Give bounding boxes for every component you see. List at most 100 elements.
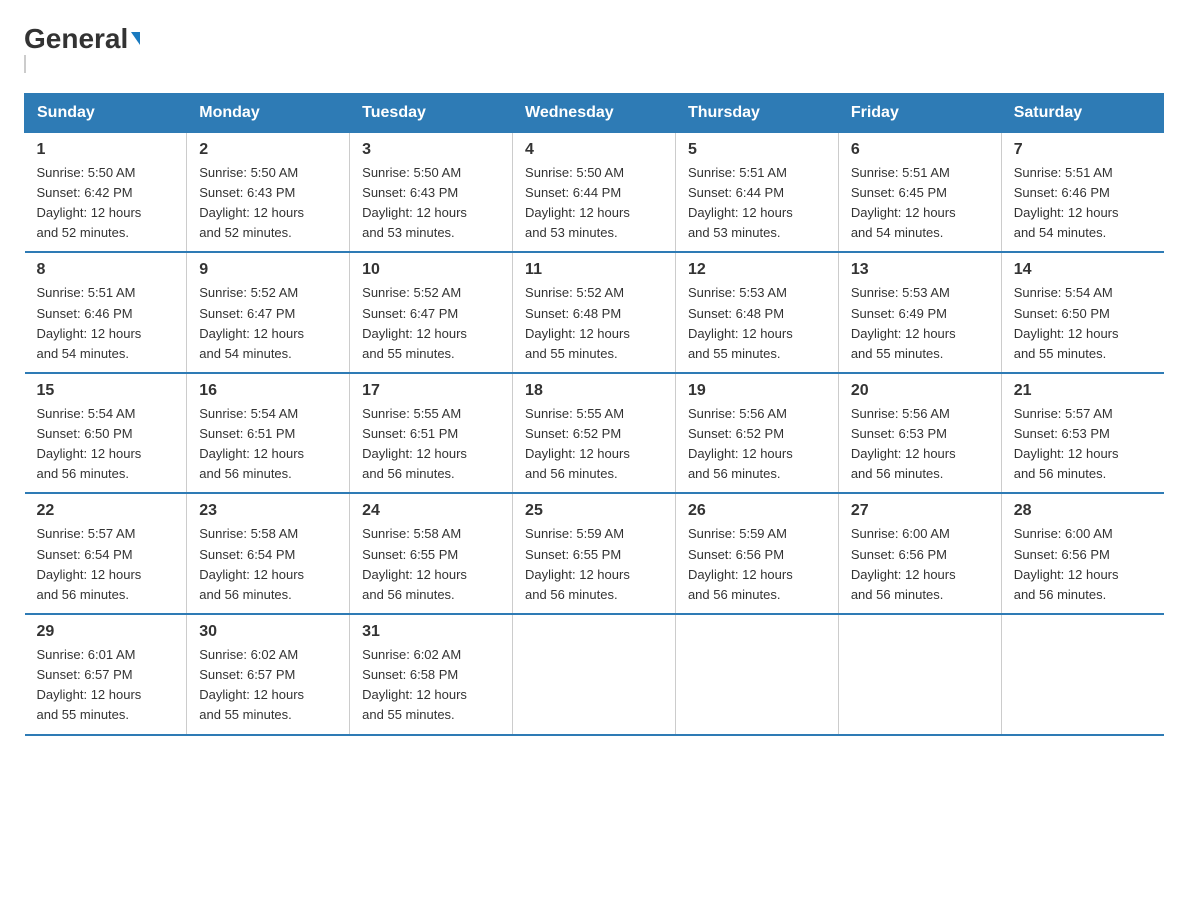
logo-triangle-icon: [131, 32, 140, 45]
day-info: Sunrise: 5:52 AMSunset: 6:47 PMDaylight:…: [199, 285, 304, 360]
day-number: 3: [362, 141, 500, 159]
calendar-cell: 27 Sunrise: 6:00 AMSunset: 6:56 PMDaylig…: [838, 493, 1001, 614]
calendar-cell: 31 Sunrise: 6:02 AMSunset: 6:58 PMDaylig…: [350, 614, 513, 735]
calendar-cell: 26 Sunrise: 5:59 AMSunset: 6:56 PMDaylig…: [675, 493, 838, 614]
day-number: 28: [1014, 502, 1152, 520]
calendar-table: SundayMondayTuesdayWednesdayThursdayFrid…: [24, 93, 1164, 736]
calendar-cell: 20 Sunrise: 5:56 AMSunset: 6:53 PMDaylig…: [838, 373, 1001, 494]
day-info: Sunrise: 6:00 AMSunset: 6:56 PMDaylight:…: [1014, 526, 1119, 601]
day-info: Sunrise: 5:54 AMSunset: 6:50 PMDaylight:…: [37, 406, 142, 481]
day-number: 31: [362, 623, 500, 641]
calendar-cell: 6 Sunrise: 5:51 AMSunset: 6:45 PMDayligh…: [838, 132, 1001, 252]
day-number: 6: [851, 141, 989, 159]
day-info: Sunrise: 5:56 AMSunset: 6:53 PMDaylight:…: [851, 406, 956, 481]
day-info: Sunrise: 5:55 AMSunset: 6:51 PMDaylight:…: [362, 406, 467, 481]
calendar-cell: 9 Sunrise: 5:52 AMSunset: 6:47 PMDayligh…: [187, 252, 350, 373]
day-info: Sunrise: 5:54 AMSunset: 6:51 PMDaylight:…: [199, 406, 304, 481]
day-info: Sunrise: 5:57 AMSunset: 6:53 PMDaylight:…: [1014, 406, 1119, 481]
day-number: 24: [362, 502, 500, 520]
calendar-cell: [675, 614, 838, 735]
day-number: 18: [525, 382, 663, 400]
day-info: Sunrise: 6:00 AMSunset: 6:56 PMDaylight:…: [851, 526, 956, 601]
day-info: Sunrise: 5:57 AMSunset: 6:54 PMDaylight:…: [37, 526, 142, 601]
day-info: Sunrise: 6:02 AMSunset: 6:57 PMDaylight:…: [199, 647, 304, 722]
header-saturday: Saturday: [1001, 93, 1163, 132]
day-number: 26: [688, 502, 826, 520]
week-row-1: 1 Sunrise: 5:50 AMSunset: 6:42 PMDayligh…: [25, 132, 1164, 252]
calendar-cell: 29 Sunrise: 6:01 AMSunset: 6:57 PMDaylig…: [25, 614, 187, 735]
calendar-cell: 18 Sunrise: 5:55 AMSunset: 6:52 PMDaylig…: [513, 373, 676, 494]
day-info: Sunrise: 5:59 AMSunset: 6:56 PMDaylight:…: [688, 526, 793, 601]
header-tuesday: Tuesday: [350, 93, 513, 132]
day-number: 22: [37, 502, 175, 520]
header-thursday: Thursday: [675, 93, 838, 132]
day-number: 8: [37, 261, 175, 279]
day-number: 1: [37, 141, 175, 159]
calendar-cell: 23 Sunrise: 5:58 AMSunset: 6:54 PMDaylig…: [187, 493, 350, 614]
day-number: 13: [851, 261, 989, 279]
day-info: Sunrise: 5:51 AMSunset: 6:46 PMDaylight:…: [37, 285, 142, 360]
day-info: Sunrise: 5:53 AMSunset: 6:49 PMDaylight:…: [851, 285, 956, 360]
day-number: 2: [199, 141, 337, 159]
header-friday: Friday: [838, 93, 1001, 132]
day-info: Sunrise: 5:54 AMSunset: 6:50 PMDaylight:…: [1014, 285, 1119, 360]
calendar-cell: 10 Sunrise: 5:52 AMSunset: 6:47 PMDaylig…: [350, 252, 513, 373]
calendar-cell: 25 Sunrise: 5:59 AMSunset: 6:55 PMDaylig…: [513, 493, 676, 614]
day-info: Sunrise: 5:52 AMSunset: 6:48 PMDaylight:…: [525, 285, 630, 360]
header-monday: Monday: [187, 93, 350, 132]
calendar-cell: 7 Sunrise: 5:51 AMSunset: 6:46 PMDayligh…: [1001, 132, 1163, 252]
calendar-cell: 13 Sunrise: 5:53 AMSunset: 6:49 PMDaylig…: [838, 252, 1001, 373]
day-info: Sunrise: 5:50 AMSunset: 6:44 PMDaylight:…: [525, 165, 630, 240]
day-info: Sunrise: 5:51 AMSunset: 6:45 PMDaylight:…: [851, 165, 956, 240]
day-number: 11: [525, 261, 663, 279]
day-number: 9: [199, 261, 337, 279]
day-number: 15: [37, 382, 175, 400]
day-number: 23: [199, 502, 337, 520]
day-number: 27: [851, 502, 989, 520]
logo-line-icon: [24, 55, 26, 73]
week-row-4: 22 Sunrise: 5:57 AMSunset: 6:54 PMDaylig…: [25, 493, 1164, 614]
week-row-5: 29 Sunrise: 6:01 AMSunset: 6:57 PMDaylig…: [25, 614, 1164, 735]
calendar-cell: 15 Sunrise: 5:54 AMSunset: 6:50 PMDaylig…: [25, 373, 187, 494]
day-number: 10: [362, 261, 500, 279]
calendar-cell: [838, 614, 1001, 735]
day-number: 20: [851, 382, 989, 400]
day-info: Sunrise: 5:51 AMSunset: 6:44 PMDaylight:…: [688, 165, 793, 240]
calendar-cell: [1001, 614, 1163, 735]
calendar-cell: 21 Sunrise: 5:57 AMSunset: 6:53 PMDaylig…: [1001, 373, 1163, 494]
day-number: 25: [525, 502, 663, 520]
day-info: Sunrise: 5:50 AMSunset: 6:43 PMDaylight:…: [362, 165, 467, 240]
calendar-cell: 28 Sunrise: 6:00 AMSunset: 6:56 PMDaylig…: [1001, 493, 1163, 614]
header-wednesday: Wednesday: [513, 93, 676, 132]
day-number: 30: [199, 623, 337, 641]
calendar-cell: 8 Sunrise: 5:51 AMSunset: 6:46 PMDayligh…: [25, 252, 187, 373]
calendar-cell: 5 Sunrise: 5:51 AMSunset: 6:44 PMDayligh…: [675, 132, 838, 252]
calendar-cell: 16 Sunrise: 5:54 AMSunset: 6:51 PMDaylig…: [187, 373, 350, 494]
day-info: Sunrise: 5:52 AMSunset: 6:47 PMDaylight:…: [362, 285, 467, 360]
logo-general-text: General: [24, 24, 128, 55]
day-number: 29: [37, 623, 175, 641]
day-number: 7: [1014, 141, 1152, 159]
calendar-cell: 4 Sunrise: 5:50 AMSunset: 6:44 PMDayligh…: [513, 132, 676, 252]
day-info: Sunrise: 5:56 AMSunset: 6:52 PMDaylight:…: [688, 406, 793, 481]
day-number: 19: [688, 382, 826, 400]
calendar-cell: 11 Sunrise: 5:52 AMSunset: 6:48 PMDaylig…: [513, 252, 676, 373]
day-info: Sunrise: 5:53 AMSunset: 6:48 PMDaylight:…: [688, 285, 793, 360]
day-number: 4: [525, 141, 663, 159]
calendar-cell: 19 Sunrise: 5:56 AMSunset: 6:52 PMDaylig…: [675, 373, 838, 494]
calendar-cell: 24 Sunrise: 5:58 AMSunset: 6:55 PMDaylig…: [350, 493, 513, 614]
calendar-cell: [513, 614, 676, 735]
calendar-cell: 12 Sunrise: 5:53 AMSunset: 6:48 PMDaylig…: [675, 252, 838, 373]
day-info: Sunrise: 6:02 AMSunset: 6:58 PMDaylight:…: [362, 647, 467, 722]
day-info: Sunrise: 5:59 AMSunset: 6:55 PMDaylight:…: [525, 526, 630, 601]
day-info: Sunrise: 5:58 AMSunset: 6:54 PMDaylight:…: [199, 526, 304, 601]
day-info: Sunrise: 5:55 AMSunset: 6:52 PMDaylight:…: [525, 406, 630, 481]
calendar-cell: 14 Sunrise: 5:54 AMSunset: 6:50 PMDaylig…: [1001, 252, 1163, 373]
day-number: 16: [199, 382, 337, 400]
header-sunday: Sunday: [25, 93, 187, 132]
calendar-cell: 30 Sunrise: 6:02 AMSunset: 6:57 PMDaylig…: [187, 614, 350, 735]
day-number: 21: [1014, 382, 1152, 400]
calendar-cell: 2 Sunrise: 5:50 AMSunset: 6:43 PMDayligh…: [187, 132, 350, 252]
page-header: General: [24, 24, 1164, 73]
day-number: 17: [362, 382, 500, 400]
